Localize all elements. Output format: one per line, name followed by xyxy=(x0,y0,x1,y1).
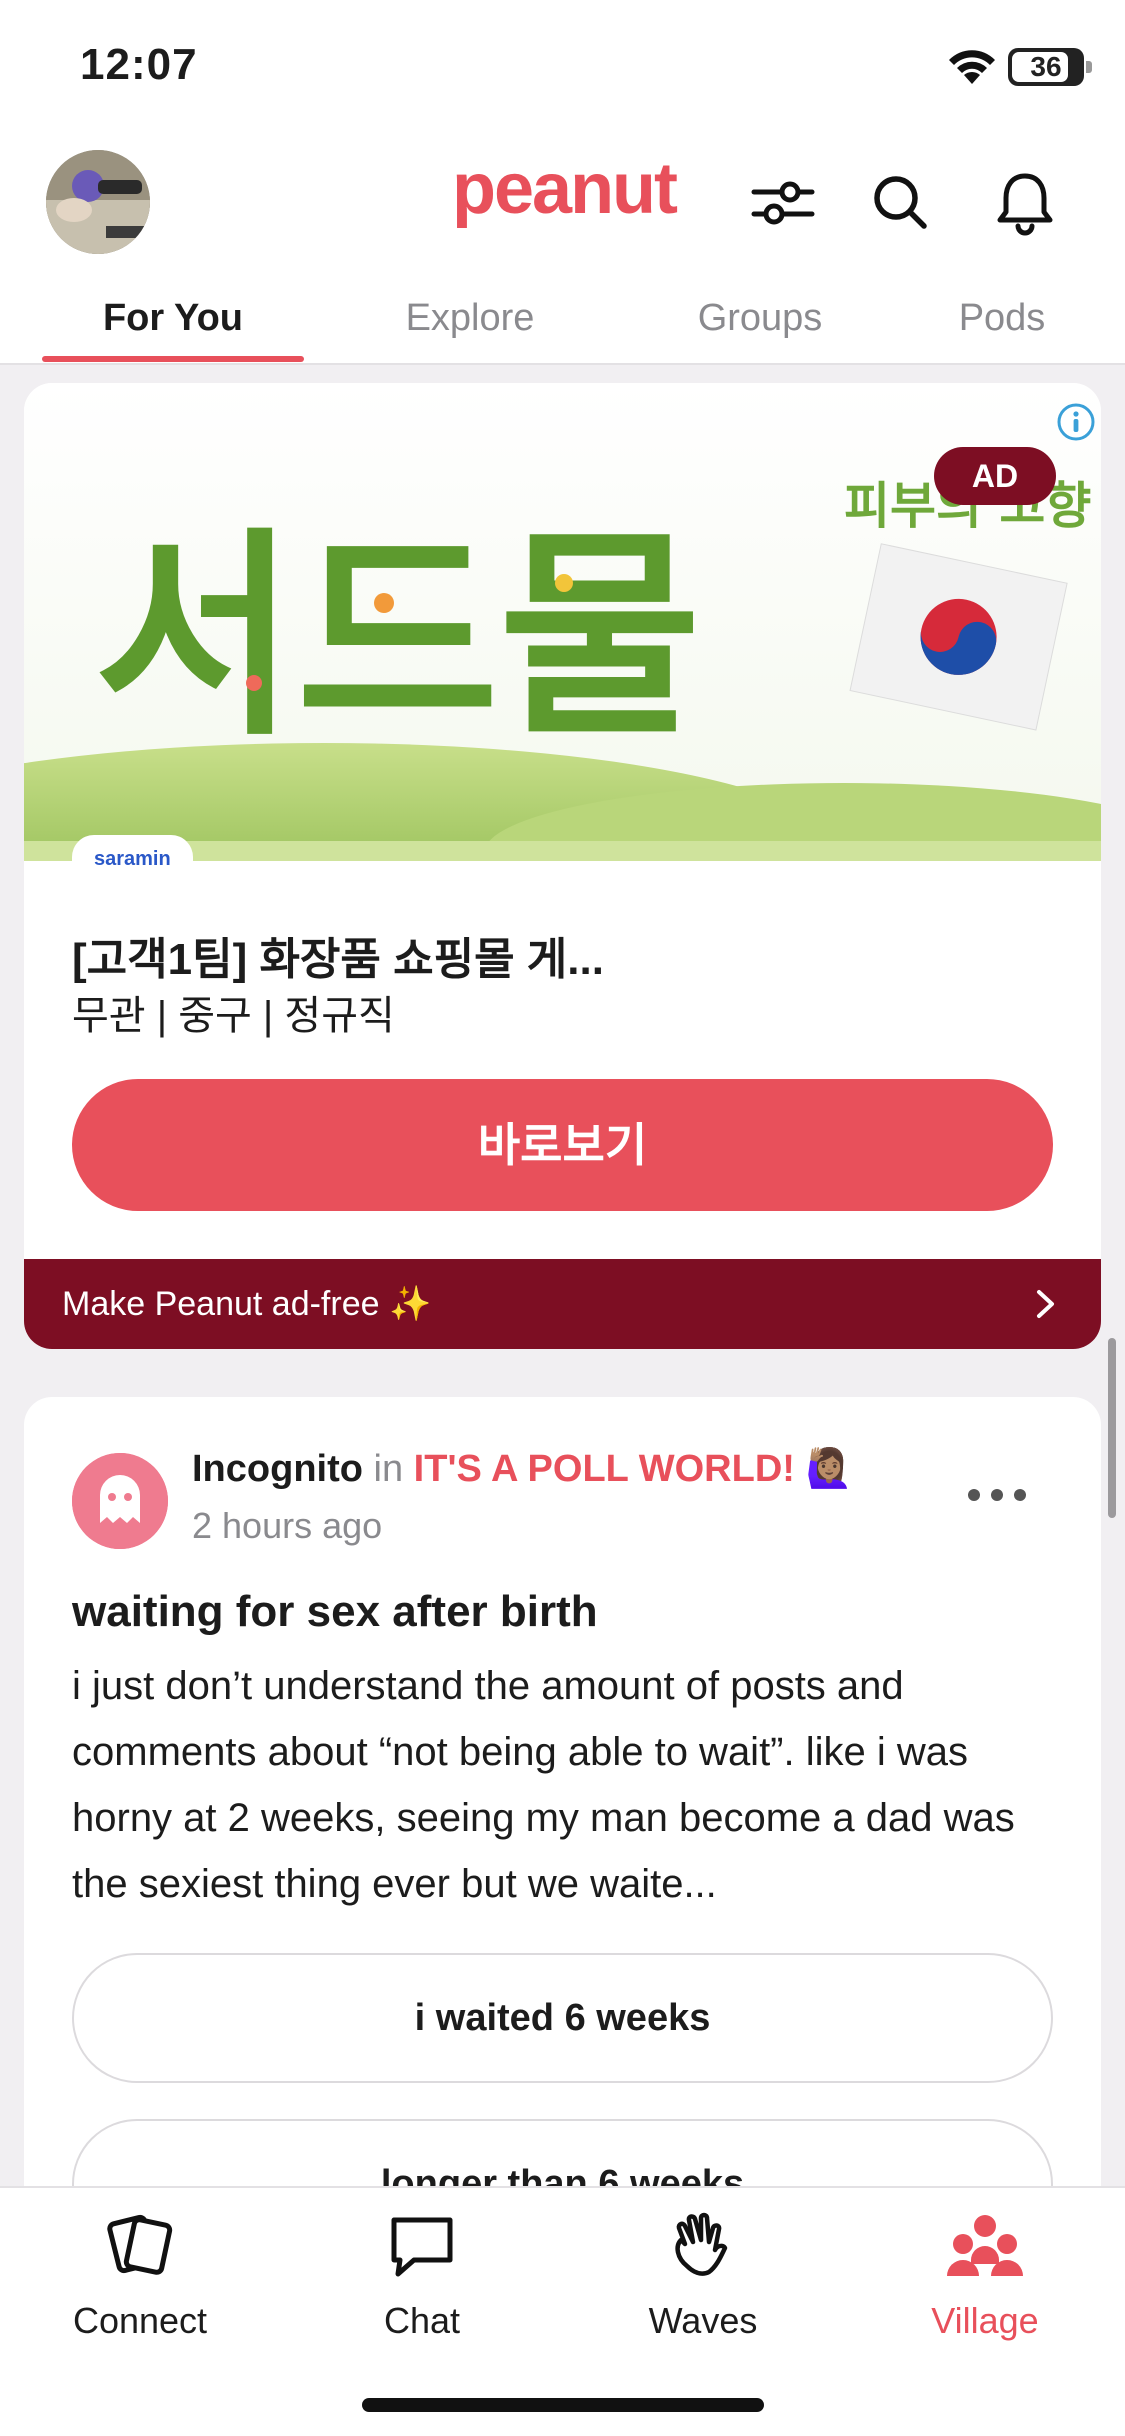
ad-subtitle: 무관 | 중구 | 정규직 xyxy=(72,994,395,1038)
post-author[interactable]: Incognito xyxy=(192,1448,363,1490)
chevron-right-icon xyxy=(1037,1290,1054,1318)
active-tab-indicator xyxy=(42,356,304,362)
nav-waves-label: Waves xyxy=(648,2300,758,2341)
tab-groups[interactable]: Groups xyxy=(660,290,860,365)
ad-badge: AD xyxy=(934,447,1056,505)
post-group-link[interactable]: IT'S A POLL WORLD! 🙋🏽‍♀️ xyxy=(414,1448,853,1490)
more-options-icon[interactable] xyxy=(964,1485,1030,1505)
feed-tabs: For You Explore Groups Pods xyxy=(0,290,1125,365)
app-logo: peanut xyxy=(452,149,678,229)
battery-icon: 36 xyxy=(1008,48,1092,86)
ad-brand-logo: saramin xyxy=(72,835,193,879)
ad-banner-image[interactable]: 서드물 피부의 고향 xyxy=(24,383,1101,861)
post-body[interactable]: i just don’t understand the amount of po… xyxy=(72,1653,1072,1917)
incognito-ghost-icon xyxy=(72,1453,168,1549)
status-bar: 12:07 36 xyxy=(0,0,1125,140)
tab-pods[interactable]: Pods xyxy=(920,290,1084,365)
cards-icon xyxy=(107,2214,173,2275)
tab-explore[interactable]: Explore xyxy=(370,290,570,365)
post-timestamp: 2 hours ago xyxy=(192,1505,383,1546)
nav-village-label: Village xyxy=(931,2300,1039,2341)
tab-for-you[interactable]: For You xyxy=(42,290,304,365)
status-time: 12:07 xyxy=(80,40,198,89)
ad-card[interactable]: 서드물 피부의 고향 AD saramin [고객1팀] 화장품 쇼핑몰 게..… xyxy=(24,383,1101,1349)
bell-icon[interactable] xyxy=(990,168,1060,238)
make-ad-free-banner[interactable]: Make Peanut ad-free ✨ xyxy=(24,1259,1101,1349)
battery-level: 36 xyxy=(1030,51,1062,82)
ad-title[interactable]: [고객1팀] 화장품 쇼핑몰 게... xyxy=(72,923,604,987)
chat-bubble-icon xyxy=(391,2217,453,2277)
nav-connect[interactable]: Connect xyxy=(40,2206,240,2366)
make-ad-free-label: Make Peanut ad-free ✨ xyxy=(62,1285,432,1323)
post-author-line: Incognito in IT'S A POLL WORLD! 🙋🏽‍♀️ xyxy=(192,1447,853,1491)
search-icon[interactable] xyxy=(866,168,936,238)
post-title[interactable]: waiting for sex after birth xyxy=(72,1587,598,1637)
poll-option[interactable]: longer than 6 weeks xyxy=(72,2119,1053,2187)
app-header: peanut For You Explore Groups Pods xyxy=(0,140,1125,365)
scrollbar[interactable] xyxy=(1108,1338,1116,1518)
feed[interactable]: 서드물 피부의 고향 AD saramin [고객1팀] 화장품 쇼핑몰 게..… xyxy=(0,367,1125,2187)
home-indicator[interactable] xyxy=(362,2398,764,2412)
filter-sliders-icon[interactable] xyxy=(748,168,818,238)
nav-chat[interactable]: Chat xyxy=(322,2206,522,2366)
nav-waves[interactable]: Waves xyxy=(603,2206,803,2366)
ad-info-icon[interactable] xyxy=(1055,401,1097,443)
ad-banner-text: 서드물 xyxy=(94,509,701,765)
poll-option[interactable]: i waited 6 weeks xyxy=(72,1953,1053,2083)
nav-chat-label: Chat xyxy=(383,2300,461,2341)
post-card[interactable]: Incognito in IT'S A POLL WORLD! 🙋🏽‍♀️ 2 … xyxy=(24,1397,1101,2187)
ad-cta-button[interactable]: 바로보기 xyxy=(72,1079,1053,1211)
post-in-word: in xyxy=(373,1448,404,1490)
avatar[interactable] xyxy=(46,150,150,254)
nav-connect-label: Connect xyxy=(72,2300,208,2341)
wifi-icon xyxy=(949,50,995,84)
wave-hand-icon xyxy=(675,2212,728,2276)
people-group-icon xyxy=(947,2215,1023,2276)
app-screen: 12:07 36 peanut For You Explore Groups P… xyxy=(0,0,1125,2436)
nav-village[interactable]: Village xyxy=(885,2206,1085,2366)
